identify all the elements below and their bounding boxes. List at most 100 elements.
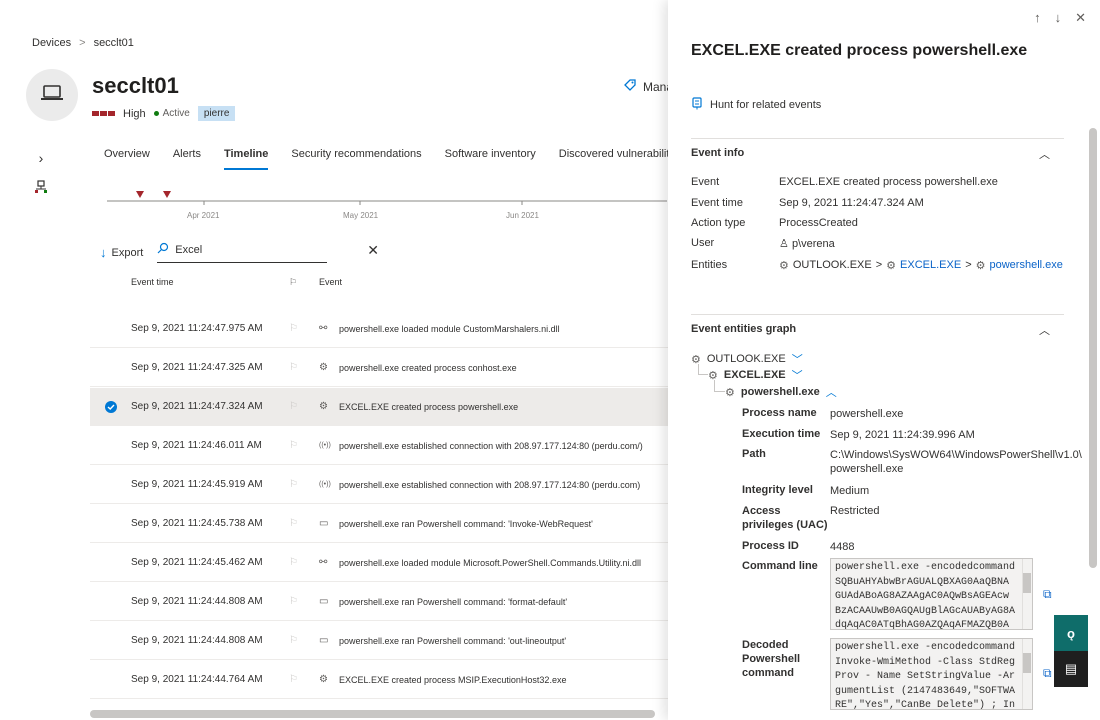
table-row[interactable]: Sep 9, 2021 11:24:45.462 AM ⚐ ⚯ powershell.…	[90, 544, 670, 582]
table-row[interactable]: Sep 9, 2021 11:24:44.808 AM ⚐ ▭ powershell.…	[90, 622, 670, 660]
risk-level-label: High	[123, 107, 146, 120]
copy-icon[interactable]: ⧉	[1043, 666, 1052, 681]
event-time-cell: Sep 9, 2021 11:24:44.808 AM	[131, 596, 263, 607]
assistant-button[interactable]: ǫ	[1054, 615, 1088, 651]
manage-tags-button[interactable]: Mana	[623, 78, 673, 95]
process-gear-icon: ⚙	[886, 260, 897, 272]
module-icon: ⚯	[319, 323, 328, 334]
timeline-chart[interactable]: Apr 2021 May 2021 Jun 2021	[107, 186, 667, 226]
flag-icon[interactable]: ⚐	[289, 323, 319, 334]
detail-path: Path C:\Windows\SysWOW64\WindowsPowerShel…	[742, 448, 1082, 475]
table-row[interactable]: Sep 9, 2021 11:24:47.325 AM ⚐ ⚙ powershell.…	[90, 349, 670, 387]
process-gear-icon: ⚙	[779, 260, 789, 272]
device-status-row: High Active pierre	[92, 106, 236, 121]
tab-alerts[interactable]: Alerts	[173, 148, 201, 170]
chevron-down-icon[interactable]: ﹀	[792, 351, 803, 367]
textarea-scrollbar[interactable]	[1022, 639, 1032, 709]
detail-access-privileges: Access privileges (UAC) Restricted	[742, 505, 880, 531]
tab-discovered-vulnerabilities[interactable]: Discovered vulnerabilities	[559, 148, 684, 170]
collapse-graph-icon[interactable]: ︿	[1039, 322, 1050, 338]
process-gear-icon: ⚙	[319, 674, 328, 685]
flag-icon[interactable]: ⚐	[289, 674, 319, 685]
process-gear-icon: ⚙	[725, 386, 735, 399]
timeline-alert-marker	[163, 191, 171, 198]
event-time-cell: Sep 9, 2021 11:24:47.975 AM	[131, 323, 263, 334]
checked-circle-icon[interactable]	[90, 400, 131, 413]
flag-icon[interactable]: ⚐	[289, 440, 319, 451]
tag-icon	[623, 78, 637, 95]
tab-timeline[interactable]: Timeline	[223, 148, 269, 170]
device-tabs: Overview Alerts Timeline Security recomm…	[104, 148, 683, 170]
command-line-label: Command line	[742, 560, 818, 572]
event-details-panel: ↑ ↓ ✕ EXCEL.EXE created process powershe…	[668, 0, 1100, 720]
event-description-cell: powershell.exe loaded module Microsoft.P…	[339, 557, 641, 568]
entity-excel-link[interactable]: EXCEL.EXE	[900, 259, 961, 272]
clear-search-icon[interactable]: ✕	[367, 242, 379, 259]
tab-software-inventory[interactable]: Software inventory	[445, 148, 536, 170]
chevron-down-icon[interactable]: ﹀	[792, 367, 803, 383]
flag-icon[interactable]: ⚐	[289, 596, 319, 607]
next-arrow-icon[interactable]: ↓	[1055, 10, 1062, 26]
entities-graph-heading: Event entities graph	[691, 323, 797, 335]
terminal-icon: ▭	[319, 635, 329, 646]
decoded-command-textarea[interactable]: powershell.exe -encodedcommand Invoke-Wm…	[830, 638, 1033, 710]
network-device-icon[interactable]	[34, 180, 48, 199]
app-window: Devices > secclt01 secclt01 High Active …	[0, 0, 1100, 720]
detail-process-name: Process name powershell.exe	[742, 407, 1065, 421]
column-header-event-time[interactable]: Event time	[131, 277, 289, 288]
device-avatar	[26, 69, 78, 121]
network-icon: ((•))	[319, 442, 331, 449]
textarea-scrollbar[interactable]	[1022, 559, 1032, 629]
user-link[interactable]: ♙ p\verena	[779, 237, 835, 250]
breadcrumb-devices-link[interactable]: Devices	[32, 37, 71, 49]
search-input[interactable]: Excel ✕	[157, 242, 379, 263]
tab-overview[interactable]: Overview	[104, 148, 150, 170]
flag-column-icon[interactable]: ⚐	[289, 277, 319, 288]
feedback-button[interactable]: ▤	[1054, 651, 1088, 687]
export-button[interactable]: ↓ Export	[100, 245, 143, 260]
table-row[interactable]: Sep 9, 2021 11:24:45.738 AM ⚐ ▭ powershell.…	[90, 505, 670, 543]
table-row[interactable]: Sep 9, 2021 11:24:44.808 AM ⚐ ▭ powershell.…	[90, 583, 670, 621]
timeline-toolbar: ↓ Export Excel ✕	[100, 242, 379, 263]
event-description-cell: powershell.exe ran Powershell command: '…	[339, 596, 568, 607]
table-row[interactable]: Sep 9, 2021 11:24:45.919 AM ⚐ ((•)) powersh…	[90, 466, 670, 504]
event-time-cell: Sep 9, 2021 11:24:47.325 AM	[131, 362, 263, 373]
event-time-cell: Sep 9, 2021 11:24:44.764 AM	[131, 674, 263, 685]
entity-separator: >	[875, 259, 883, 271]
flag-icon[interactable]: ⚐	[289, 557, 319, 568]
tree-connector	[698, 364, 708, 375]
table-row[interactable]: Sep 9, 2021 11:24:44.764 AM ⚐ ⚙ EXCEL.EXE c…	[90, 661, 670, 699]
table-row[interactable]: Sep 9, 2021 11:24:47.324 AM ⚐ ⚙ EXCEL.EXE c…	[90, 388, 670, 426]
horizontal-scrollbar[interactable]	[90, 710, 655, 718]
column-header-event[interactable]: Event	[319, 277, 342, 288]
flag-icon[interactable]: ⚐	[289, 362, 319, 373]
hunt-related-events-button[interactable]: Hunt for related events	[692, 97, 821, 113]
command-line-textarea[interactable]: powershell.exe -encodedcommand SQBuAHYAb…	[830, 558, 1033, 630]
event-time-cell: Sep 9, 2021 11:24:45.462 AM	[131, 557, 263, 568]
info-row-user: User ♙ p\verena	[691, 237, 835, 250]
event-description-cell: EXCEL.EXE created process powershell.exe	[339, 401, 519, 412]
flag-icon[interactable]: ⚐	[289, 635, 319, 646]
terminal-icon: ▭	[319, 518, 329, 529]
info-row-entities: Entities ⚙ OUTLOOK.EXE > ⚙ EXCEL.EXE > ⚙ po…	[691, 259, 1063, 272]
collapse-event-info-icon[interactable]: ︿	[1039, 146, 1050, 162]
event-description-cell: powershell.exe ran Powershell command: '…	[339, 635, 567, 646]
event-time-cell: Sep 9, 2021 11:24:46.011 AM	[131, 440, 262, 451]
process-name-link[interactable]: powershell.exe	[830, 407, 1065, 421]
entity-powershell-link[interactable]: powershell.exe	[990, 259, 1063, 272]
flag-icon[interactable]: ⚐	[289, 518, 319, 529]
chevron-up-icon[interactable]: ︿	[826, 384, 837, 400]
expand-chevron-icon[interactable]: ›	[39, 150, 44, 166]
flag-icon[interactable]: ⚐	[289, 479, 319, 490]
tab-security-recommendations[interactable]: Security recommendations	[291, 148, 421, 170]
panel-vertical-scrollbar[interactable]	[1089, 128, 1097, 568]
copy-icon[interactable]: ⧉	[1043, 587, 1052, 602]
terminal-icon: ▭	[319, 596, 329, 607]
device-tag[interactable]: pierre	[197, 106, 236, 121]
table-row[interactable]: Sep 9, 2021 11:24:47.975 AM ⚐ ⚯ powershell.…	[90, 310, 670, 348]
flag-icon[interactable]: ⚐	[289, 401, 319, 412]
close-icon[interactable]: ✕	[1075, 10, 1086, 26]
graph-node-powershell[interactable]: ⚙ powershell.exe ︿	[725, 384, 837, 400]
table-row[interactable]: Sep 9, 2021 11:24:46.011 AM ⚐ ((•)) powersh…	[90, 427, 670, 465]
previous-arrow-icon[interactable]: ↑	[1034, 10, 1041, 26]
